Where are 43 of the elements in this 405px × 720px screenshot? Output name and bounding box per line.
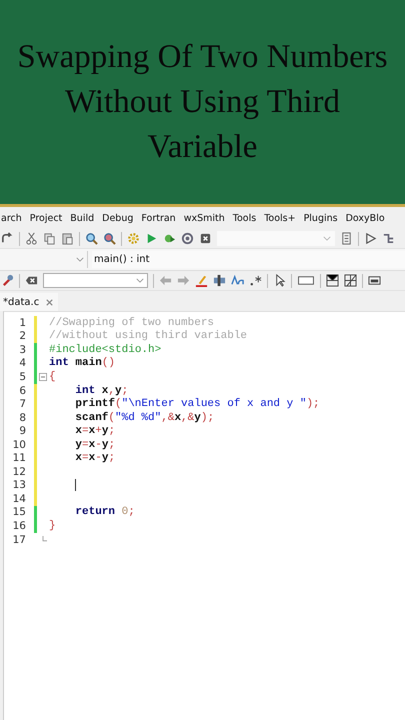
code-line: return 0; (75, 506, 135, 518)
code-line: //Swapping of two numbers (49, 316, 214, 329)
line-number: 17 (12, 534, 26, 546)
code-line: x=x-y; (75, 452, 116, 464)
line-number: 9 (18, 425, 26, 438)
line-number: 12 (12, 466, 26, 478)
code-line: } (49, 520, 56, 532)
menu-item[interactable]: Debug (102, 212, 134, 224)
line-number: 7 (18, 398, 26, 410)
line-number: 8 (18, 412, 26, 424)
code-line: printf("\nEnter values of x and y "); (75, 398, 320, 410)
code-line: #include<stdio.h> (49, 344, 162, 356)
line-number: 10 (12, 438, 26, 451)
menu-item[interactable]: Tools (232, 212, 256, 224)
code-line: int x,y; (75, 384, 128, 396)
line-number: 15 (12, 506, 26, 518)
menu-item[interactable]: Build (70, 212, 94, 224)
menu-item[interactable]: Project (30, 212, 62, 224)
line-number: 1 (18, 316, 26, 329)
code-line: //without using third variable (49, 330, 248, 342)
menu-item[interactable]: wxSmith (184, 212, 225, 224)
line-number: 5 (18, 370, 26, 383)
video-title: Swapping Of Two Numbers Without Using Third Variable (16, 38, 389, 166)
code-line: scanf("%d %d",&x,&y); (75, 412, 214, 424)
code-line: { (49, 370, 56, 383)
menu-item[interactable]: arch (1, 212, 22, 224)
menu-item[interactable]: Plugins (304, 212, 338, 224)
line-number: 6 (18, 384, 26, 396)
code-line: x=x+y; (75, 425, 116, 438)
line-number: 16 (12, 520, 26, 532)
line-number: 14 (12, 492, 26, 505)
line-number: 11 (12, 452, 26, 464)
line-number: 2 (18, 330, 26, 342)
code-line: y=x-y; (75, 438, 116, 451)
file-tab[interactable]: *data.c (0, 293, 58, 311)
menu-item[interactable]: Tools+ (264, 212, 296, 224)
function-dropdown[interactable]: main() : int (92, 251, 405, 268)
menu-item[interactable]: Fortran (141, 212, 176, 224)
line-number: 4 (18, 357, 26, 370)
line-number: 13 (12, 479, 26, 492)
code-line: int main() (49, 357, 116, 370)
line-number: 3 (18, 344, 26, 356)
menu-item[interactable]: DoxyBlo (346, 212, 385, 224)
